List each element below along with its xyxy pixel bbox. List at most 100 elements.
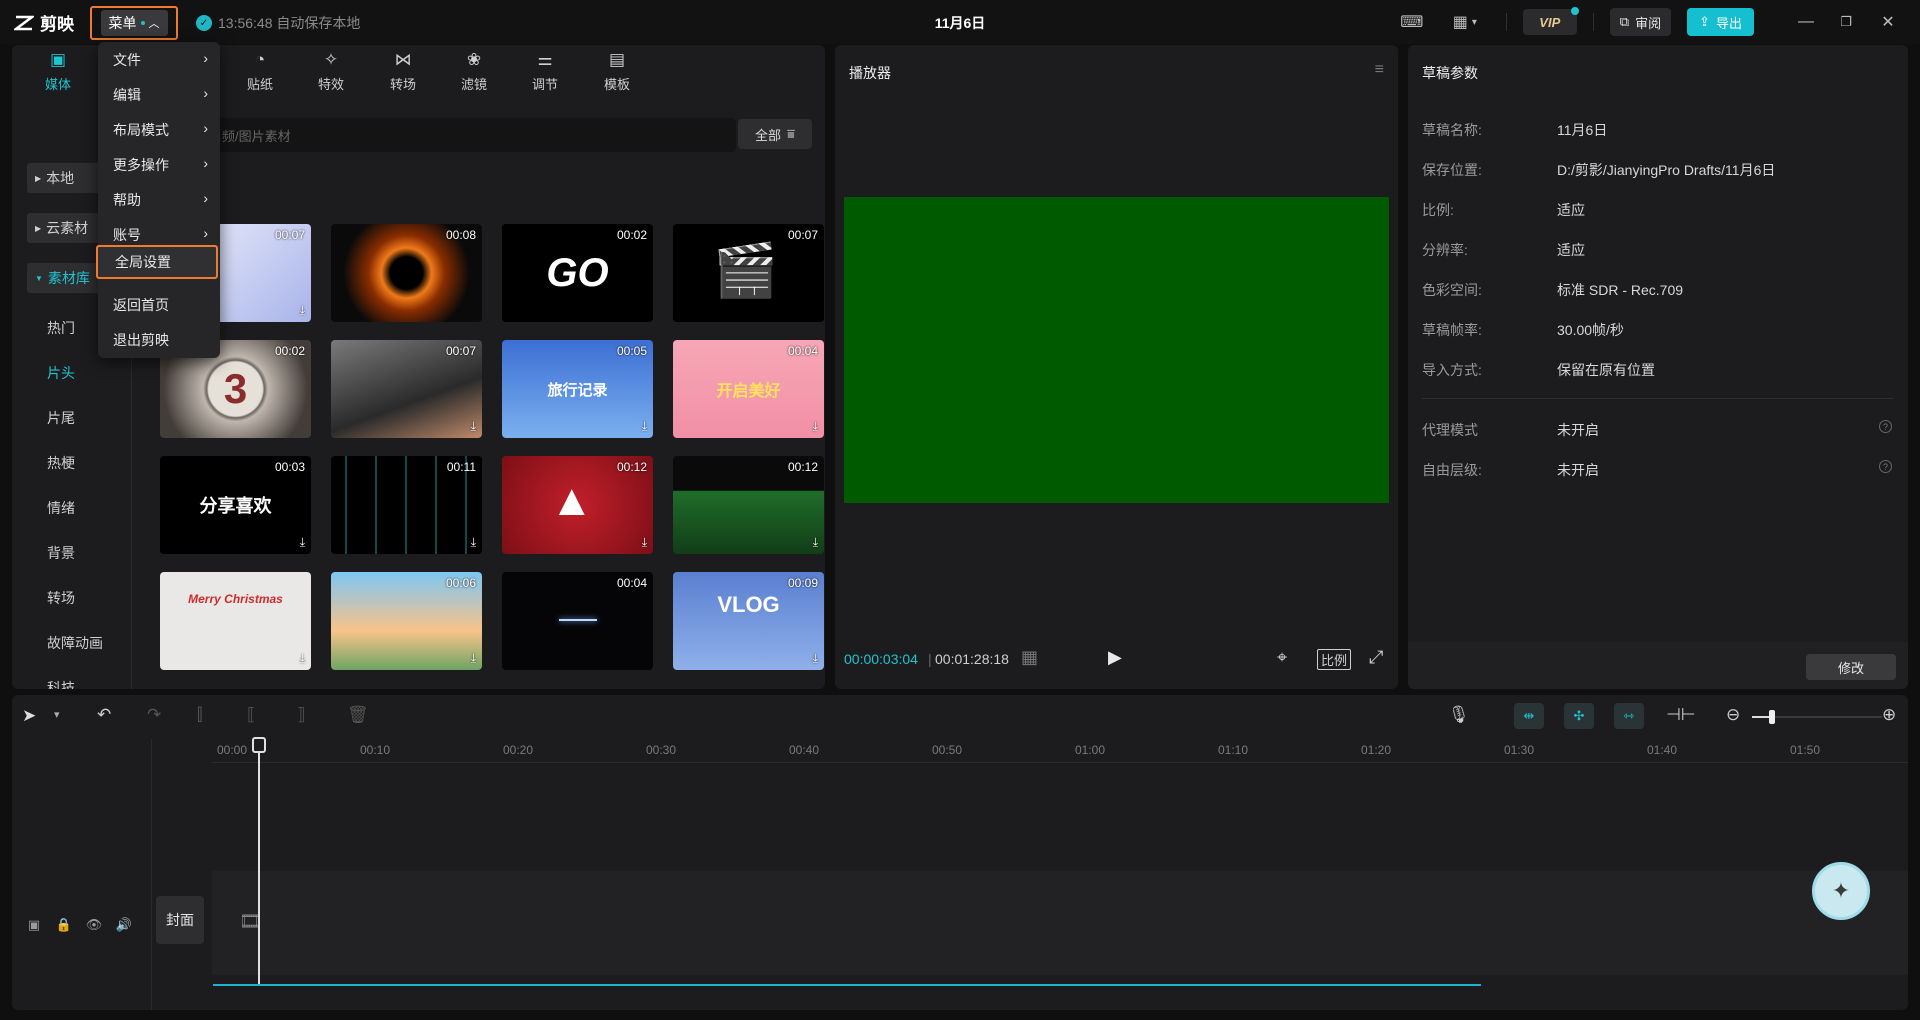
tab-filter[interactable]: ❀ 滤镜 <box>448 50 500 98</box>
preview-canvas[interactable] <box>844 197 1389 503</box>
lock-icon[interactable]: 🔒 <box>54 915 74 935</box>
player-menu-icon[interactable]: ≡ <box>1375 61 1384 79</box>
menu-item-layout[interactable]: 布局模式 › <box>113 120 208 140</box>
redo-icon[interactable]: ↷ <box>147 705 161 725</box>
media-thumb[interactable]: 00:11 ⤓ <box>331 456 482 554</box>
playhead[interactable] <box>252 737 266 984</box>
review-button[interactable]: ⧉ 审阅 <box>1609 8 1672 36</box>
download-icon[interactable]: ⤓ <box>642 419 647 434</box>
media-thumb[interactable]: 00:06 ⤓ <box>331 572 482 670</box>
search-input[interactable]: 频/图片素材 <box>142 118 736 152</box>
menu-item-account[interactable]: 账号 › <box>113 225 208 245</box>
tab-effects[interactable]: ✧ 特效 <box>305 50 357 98</box>
download-icon[interactable]: ⤓ <box>300 651 305 666</box>
zoom-in-icon[interactable]: ⊕ <box>1882 705 1896 725</box>
layout-icon[interactable]: ▦ ▾ <box>1442 12 1488 32</box>
menu-item-more[interactable]: 更多操作 › <box>113 155 208 175</box>
media-thumb[interactable]: VLOG 00:09 ⤓ <box>673 572 824 670</box>
zoom-slider-thumb[interactable] <box>1769 710 1775 724</box>
media-thumb[interactable]: 00:12 ⤓ <box>673 456 824 554</box>
menu-item-help[interactable]: 帮助 › <box>113 190 208 210</box>
library-item-glitch[interactable]: 故障动画 <box>47 633 103 653</box>
download-icon[interactable]: ⤓ <box>300 535 305 550</box>
media-thumb[interactable]: 旅行记录 00:05 ⤓ <box>502 340 653 438</box>
media-thumb[interactable]: Merry Christmas ⤓ <box>160 572 311 670</box>
menu-item-file[interactable]: 文件 › <box>113 50 208 70</box>
chevron-down-icon[interactable]: ▾ <box>54 708 60 721</box>
media-thumb[interactable]: ▲ 00:12 ⤓ <box>502 456 653 554</box>
download-icon[interactable]: ⤓ <box>471 651 476 666</box>
time-ruler[interactable]: 00:00 00:10 00:20 00:30 00:40 00:50 01:0… <box>212 739 1908 763</box>
linkage-icon[interactable]: ✣ <box>1564 703 1594 729</box>
split-left-icon[interactable]: ⟦ <box>247 705 255 725</box>
help-icon[interactable]: ? <box>1879 420 1892 433</box>
eye-icon[interactable]: 👁 <box>84 915 104 935</box>
select-cursor-icon[interactable]: ➤ <box>22 706 36 726</box>
download-icon[interactable]: ⤓ <box>300 303 305 318</box>
menu-button[interactable]: 菜单 ︿ <box>90 6 178 40</box>
menu-item-home[interactable]: 返回首页 <box>113 295 208 315</box>
filter-all-button[interactable]: 全部 ⩸ <box>738 119 812 149</box>
media-thumb[interactable]: 00:08 <box>331 224 482 322</box>
microphone-icon[interactable]: 🎙 <box>1448 705 1470 725</box>
download-icon[interactable]: ⤓ <box>471 419 476 434</box>
zoom-out-icon[interactable]: ⊖ <box>1726 705 1740 725</box>
library-item-hot[interactable]: 热门 <box>47 318 75 338</box>
fullscreen-icon[interactable]: ⤢ <box>1369 647 1383 668</box>
menu-item-edit[interactable]: 编辑 › <box>113 85 208 105</box>
download-icon[interactable]: ⤓ <box>813 651 818 666</box>
tab-template[interactable]: ▤ 模板 <box>591 50 643 98</box>
timecode-grid-icon[interactable]: ▦ <box>1021 647 1038 668</box>
tab-sticker[interactable]: ◔ 贴纸 <box>234 50 286 98</box>
main-video-track[interactable]: 🎞 <box>212 871 1908 975</box>
play-icon[interactable]: ▶ <box>1108 647 1122 668</box>
library-item-background[interactable]: 背景 <box>47 543 75 563</box>
tab-adjust[interactable]: ⚌ 调节 <box>519 50 571 98</box>
split-icon[interactable]: ⫿ <box>197 705 202 725</box>
library-item-transition[interactable]: 转场 <box>47 588 75 608</box>
menu-item-exit[interactable]: 退出剪映 <box>113 330 208 350</box>
download-icon[interactable]: ⤓ <box>642 535 647 550</box>
media-thumb[interactable]: GO 00:02 <box>502 224 653 322</box>
library-item-outro[interactable]: 片尾 <box>47 408 75 428</box>
restore-icon[interactable]: ❐ <box>1826 14 1866 30</box>
align-icon[interactable]: ⊣⊢ <box>1666 705 1696 725</box>
cover-toggle-icon[interactable]: ▣ <box>24 915 44 935</box>
download-icon[interactable]: ⤓ <box>813 419 818 434</box>
modify-button[interactable]: 修改 <box>1806 654 1896 680</box>
library-item-emotion[interactable]: 情绪 <box>47 498 75 518</box>
library-item-tech[interactable]: 科技 <box>47 678 75 689</box>
close-icon[interactable]: ✕ <box>1866 12 1910 32</box>
media-thumb[interactable]: 开启美好 00:04 ⤓ <box>673 340 824 438</box>
playhead-handle[interactable] <box>252 737 266 753</box>
ratio-button[interactable]: 比例 <box>1317 649 1352 670</box>
vip-badge[interactable]: VIP <box>1522 7 1579 35</box>
keyboard-shortcut-icon[interactable]: ⌨ <box>1398 12 1426 32</box>
media-thumb[interactable]: 分享喜欢 00:03 ⤓ <box>160 456 311 554</box>
preview-axis-icon[interactable]: ⇿ <box>1614 703 1644 729</box>
media-thumb[interactable]: 🎬 00:07 <box>673 224 824 322</box>
auto-snap-icon[interactable]: ⇹ <box>1514 703 1544 729</box>
undo-icon[interactable]: ↶ <box>97 705 111 725</box>
screenshot-icon[interactable]: ⌖ <box>1277 647 1287 668</box>
volume-icon[interactable]: 🔊 <box>114 915 134 935</box>
split-right-icon[interactable]: ⟧ <box>297 705 305 725</box>
media-thumb[interactable]: 00:07 ⤓ <box>331 340 482 438</box>
delete-icon[interactable]: 🗑 <box>347 705 369 725</box>
cover-button[interactable]: 封面 <box>156 896 204 944</box>
export-button[interactable]: ⇪ 导出 <box>1687 8 1754 36</box>
assistant-floating-icon[interactable]: ✦ <box>1812 862 1870 920</box>
zoom-slider[interactable] <box>1752 710 1882 724</box>
library-item-meme[interactable]: 热梗 <box>47 453 75 473</box>
download-icon[interactable]: ⤓ <box>471 535 476 550</box>
help-icon[interactable]: ? <box>1879 460 1892 473</box>
tab-transition[interactable]: ⋈ 转场 <box>377 50 429 98</box>
tab-media[interactable]: ▣ 媒体 <box>32 50 84 98</box>
media-thumb[interactable]: 00:04 <box>502 572 653 670</box>
download-icon[interactable]: ⤓ <box>813 535 818 550</box>
library-item-intro[interactable]: 片头 <box>47 363 75 383</box>
menu-item-global-settings[interactable]: 全局设置 <box>96 245 218 279</box>
minimize-icon[interactable]: — <box>1786 13 1826 31</box>
chevron-up-icon: ︿ <box>148 18 160 30</box>
ruler-label: 01:30 <box>1504 743 1535 757</box>
